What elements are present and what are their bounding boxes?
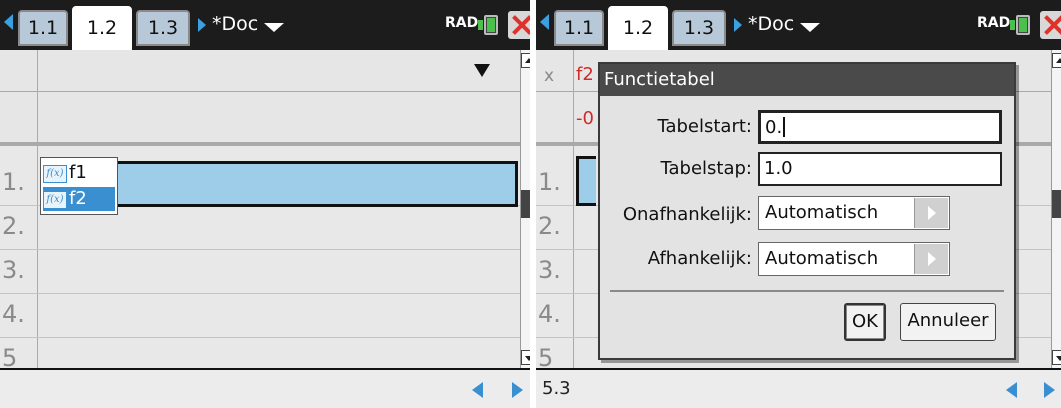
tab-1-1[interactable]: 1.1	[18, 10, 68, 46]
tab-1-2[interactable]: 1.2	[608, 6, 668, 50]
top-bar: 1.1 1.2 1.3 *Doc RAD	[536, 0, 1061, 50]
dependent-value: Automatisch	[765, 248, 879, 269]
row-label: 1.	[538, 168, 561, 196]
dropdown-arrow-icon[interactable]	[914, 198, 948, 228]
entry-line[interactable]	[0, 368, 530, 408]
scroll-up-icon[interactable]	[521, 53, 530, 68]
battery-icon	[1010, 12, 1036, 38]
scroll-down-icon[interactable]	[1052, 350, 1061, 365]
row-label: 4.	[538, 300, 561, 328]
function-icon: f(x)	[43, 191, 67, 209]
table-start-value: 0.	[765, 117, 783, 138]
independent-value: Automatisch	[765, 202, 879, 223]
function-label: f1	[69, 162, 87, 183]
close-icon[interactable]	[508, 11, 530, 39]
entry-right-arrow-icon[interactable]	[512, 382, 523, 398]
nav-right-arrow-icon[interactable]	[198, 18, 206, 32]
scroll-up-icon[interactable]	[1052, 53, 1061, 68]
nav-right-arrow-icon[interactable]	[734, 18, 742, 32]
close-icon[interactable]	[1040, 11, 1061, 39]
column-x-label: x	[544, 66, 555, 86]
entry-left-arrow-icon[interactable]	[472, 382, 483, 398]
table-start-input[interactable]: 0.	[758, 110, 1002, 144]
table-row[interactable]: 4.	[0, 294, 520, 338]
row-label: 4.	[2, 300, 25, 328]
angle-mode-indicator: RAD	[977, 15, 1011, 31]
dialog-divider	[610, 290, 1004, 292]
function-item-f1[interactable]: f(x) f1	[43, 161, 115, 185]
function-list-popup: f(x) f1 f(x) f2	[40, 157, 118, 215]
table-row[interactable]: 3.	[0, 250, 520, 294]
cancel-button[interactable]: Annuleer	[900, 303, 996, 341]
function-label: f2	[69, 188, 87, 209]
row-label: 2.	[538, 212, 561, 240]
formula-cell-value: -0	[576, 108, 594, 129]
ok-button[interactable]: OK	[844, 303, 886, 341]
entry-left-arrow-icon[interactable]	[1006, 382, 1017, 398]
angle-mode-indicator: RAD	[445, 15, 479, 31]
dropdown-arrow-icon[interactable]	[914, 244, 948, 274]
table-step-label: Tabelstap:	[660, 158, 752, 179]
row-label: 1.	[2, 168, 25, 196]
table-step-input[interactable]: 1.0	[758, 152, 1002, 186]
selected-cell[interactable]	[576, 156, 596, 206]
row-label: 3.	[2, 256, 25, 284]
dependent-label: Afhankelijk:	[647, 248, 752, 269]
formula-row[interactable]	[0, 92, 520, 146]
left-screen: 1.1 1.2 1.3 *Doc RAD 1. 2. 3. 4. 5 f(x) …	[0, 0, 530, 408]
function-table-dialog: Functietabel Tabelstart: 0. Tabelstap: 1…	[598, 62, 1016, 360]
text-cursor	[783, 117, 786, 137]
entry-right-arrow-icon[interactable]	[1044, 382, 1055, 398]
scroll-thumb[interactable]	[521, 190, 530, 218]
entry-text: 5.3	[542, 378, 571, 399]
scroll-thumb[interactable]	[1052, 190, 1061, 218]
tab-1-3[interactable]: 1.3	[136, 10, 190, 46]
right-screen: 1.1 1.2 1.3 *Doc RAD 1. 2. 3. 4. 5 x f2 …	[536, 0, 1061, 408]
column-menu-caret-icon[interactable]	[474, 64, 490, 77]
nav-left-arrow-icon[interactable]	[540, 14, 549, 30]
document-title[interactable]: *Doc	[212, 13, 258, 35]
battery-icon	[478, 12, 504, 38]
document-menu-caret-icon[interactable]	[800, 23, 820, 32]
column-header-row[interactable]	[0, 50, 520, 92]
dialog-title: Functietabel	[600, 64, 1014, 96]
scroll-down-icon[interactable]	[521, 350, 530, 365]
row-label: 2.	[2, 212, 25, 240]
spreadsheet: 1. 2. 3. 4. 5 f(x) f1 f(x) f2	[0, 50, 520, 382]
dependent-select[interactable]: Automatisch	[758, 242, 950, 276]
function-item-f2[interactable]: f(x) f2	[43, 187, 115, 211]
vertical-scrollbar[interactable]	[1051, 50, 1061, 368]
nav-left-arrow-icon[interactable]	[4, 14, 13, 30]
column-f2-label: f2	[576, 64, 594, 85]
row-label: 3.	[538, 256, 561, 284]
tab-1-1[interactable]: 1.1	[554, 10, 604, 46]
independent-label: Onafhankelijk:	[622, 204, 752, 225]
table-start-label: Tabelstart:	[657, 116, 752, 137]
document-title[interactable]: *Doc	[748, 13, 794, 35]
entry-line[interactable]: 5.3	[536, 368, 1061, 408]
tab-1-2[interactable]: 1.2	[72, 6, 132, 50]
vertical-scrollbar[interactable]	[520, 50, 530, 368]
function-icon: f(x)	[43, 165, 67, 183]
tab-1-3[interactable]: 1.3	[672, 10, 726, 46]
independent-select[interactable]: Automatisch	[758, 196, 950, 230]
top-bar: 1.1 1.2 1.3 *Doc RAD	[0, 0, 530, 50]
document-menu-caret-icon[interactable]	[264, 23, 284, 32]
